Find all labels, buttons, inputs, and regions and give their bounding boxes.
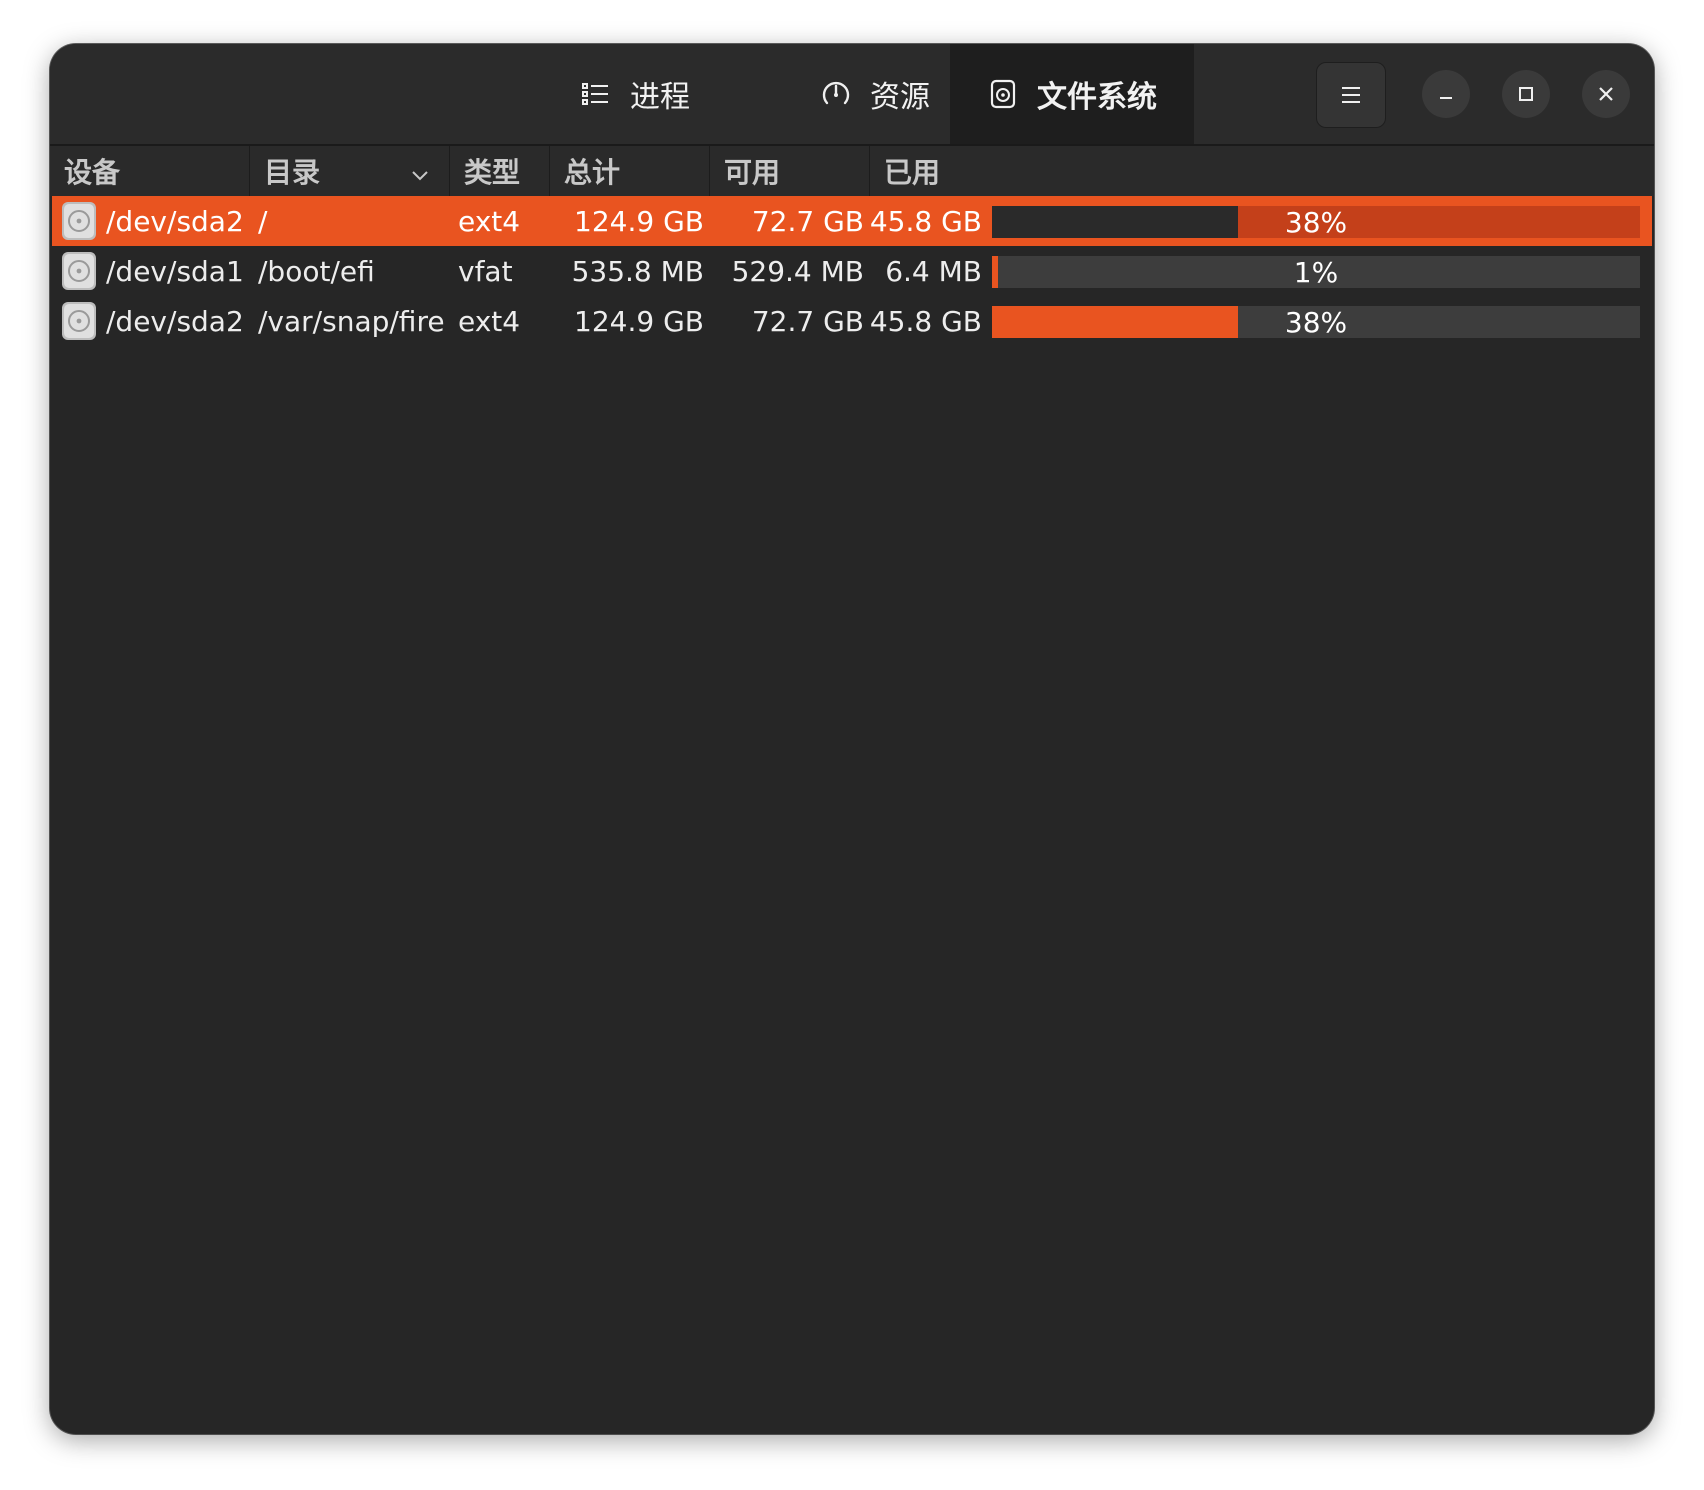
table-row[interactable]: /dev/sda1 /boot/efi vfat 535.8 MB 529.4 … xyxy=(52,246,1652,296)
list-icon xyxy=(580,78,612,110)
type-cell: vfat xyxy=(458,254,513,288)
disk-icon xyxy=(987,78,1019,110)
usage-bar: 38% xyxy=(992,306,1640,338)
used-cell: 45.8 GB xyxy=(869,304,982,338)
tab-processes[interactable]: 进程 xyxy=(520,44,750,144)
directory-cell: /boot/efi xyxy=(258,254,375,288)
minimize-button[interactable] xyxy=(1422,70,1470,118)
sort-descending-icon xyxy=(409,160,431,182)
available-cell: 72.7 GB xyxy=(751,304,864,338)
usage-bar: 1% xyxy=(992,256,1640,288)
type-cell: ext4 xyxy=(458,304,521,338)
total-cell: 535.8 MB xyxy=(571,254,704,288)
tab-resources-label: 资源 xyxy=(870,80,930,115)
column-header-device[interactable]: 设备 xyxy=(50,146,250,196)
table-row[interactable]: /dev/sda2 /var/snap/firel ext4 124.9 GB … xyxy=(52,296,1652,346)
column-header-type-label: 类型 xyxy=(464,156,521,189)
table-row[interactable]: /dev/sda2 / ext4 124.9 GB 72.7 GB 45.8 G… xyxy=(52,196,1652,246)
column-header-available[interactable]: 可用 xyxy=(710,146,870,196)
tab-file-systems-label: 文件系统 xyxy=(1037,80,1157,115)
maximize-icon xyxy=(1515,83,1537,105)
column-header-device-label: 设备 xyxy=(64,156,121,189)
usage-bar: 38% xyxy=(992,206,1640,238)
column-header-available-label: 可用 xyxy=(724,156,781,189)
available-cell: 72.7 GB xyxy=(751,204,864,238)
available-cell: 529.4 MB xyxy=(731,254,864,288)
minimize-icon xyxy=(1435,83,1457,105)
system-monitor-window: 进程 资源 文件系统 设备 目录 类型 总计 可用 已用 /dev/sda2 /… xyxy=(50,44,1654,1434)
gauge-icon xyxy=(820,78,852,110)
type-cell: ext4 xyxy=(458,204,521,238)
column-header-total[interactable]: 总计 xyxy=(550,146,710,196)
drive-icon xyxy=(60,251,98,291)
column-header-total-label: 总计 xyxy=(564,156,621,189)
device-cell: /dev/sda2 xyxy=(106,304,244,338)
main-menu-button[interactable] xyxy=(1316,62,1386,128)
total-cell: 124.9 GB xyxy=(574,204,704,238)
close-icon xyxy=(1595,83,1617,105)
hamburger-menu-icon xyxy=(1339,83,1363,107)
header-bar: 进程 资源 文件系统 xyxy=(50,44,1654,146)
directory-cell: / xyxy=(258,204,268,238)
close-button[interactable] xyxy=(1582,70,1630,118)
column-headers: 设备 目录 类型 总计 可用 已用 xyxy=(50,146,1654,196)
usage-percent: 1% xyxy=(1293,256,1339,288)
column-header-type[interactable]: 类型 xyxy=(450,146,550,196)
usage-percent: 38% xyxy=(1284,306,1348,338)
column-header-directory[interactable]: 目录 xyxy=(250,146,450,196)
usage-percent: 38% xyxy=(1284,206,1348,238)
used-cell: 45.8 GB xyxy=(869,204,982,238)
tab-processes-label: 进程 xyxy=(630,80,690,115)
tab-file-systems[interactable]: 文件系统 xyxy=(950,44,1194,144)
column-header-directory-label: 目录 xyxy=(264,156,321,189)
maximize-button[interactable] xyxy=(1502,70,1550,118)
used-cell: 6.4 MB xyxy=(885,254,982,288)
column-header-used-label: 已用 xyxy=(884,156,941,189)
total-cell: 124.9 GB xyxy=(574,304,704,338)
device-cell: /dev/sda1 xyxy=(106,254,244,288)
drive-icon xyxy=(60,201,98,241)
column-header-used[interactable]: 已用 xyxy=(870,146,1654,196)
drive-icon xyxy=(60,301,98,341)
device-cell: /dev/sda2 xyxy=(106,204,244,238)
directory-cell: /var/snap/firel xyxy=(258,304,444,338)
